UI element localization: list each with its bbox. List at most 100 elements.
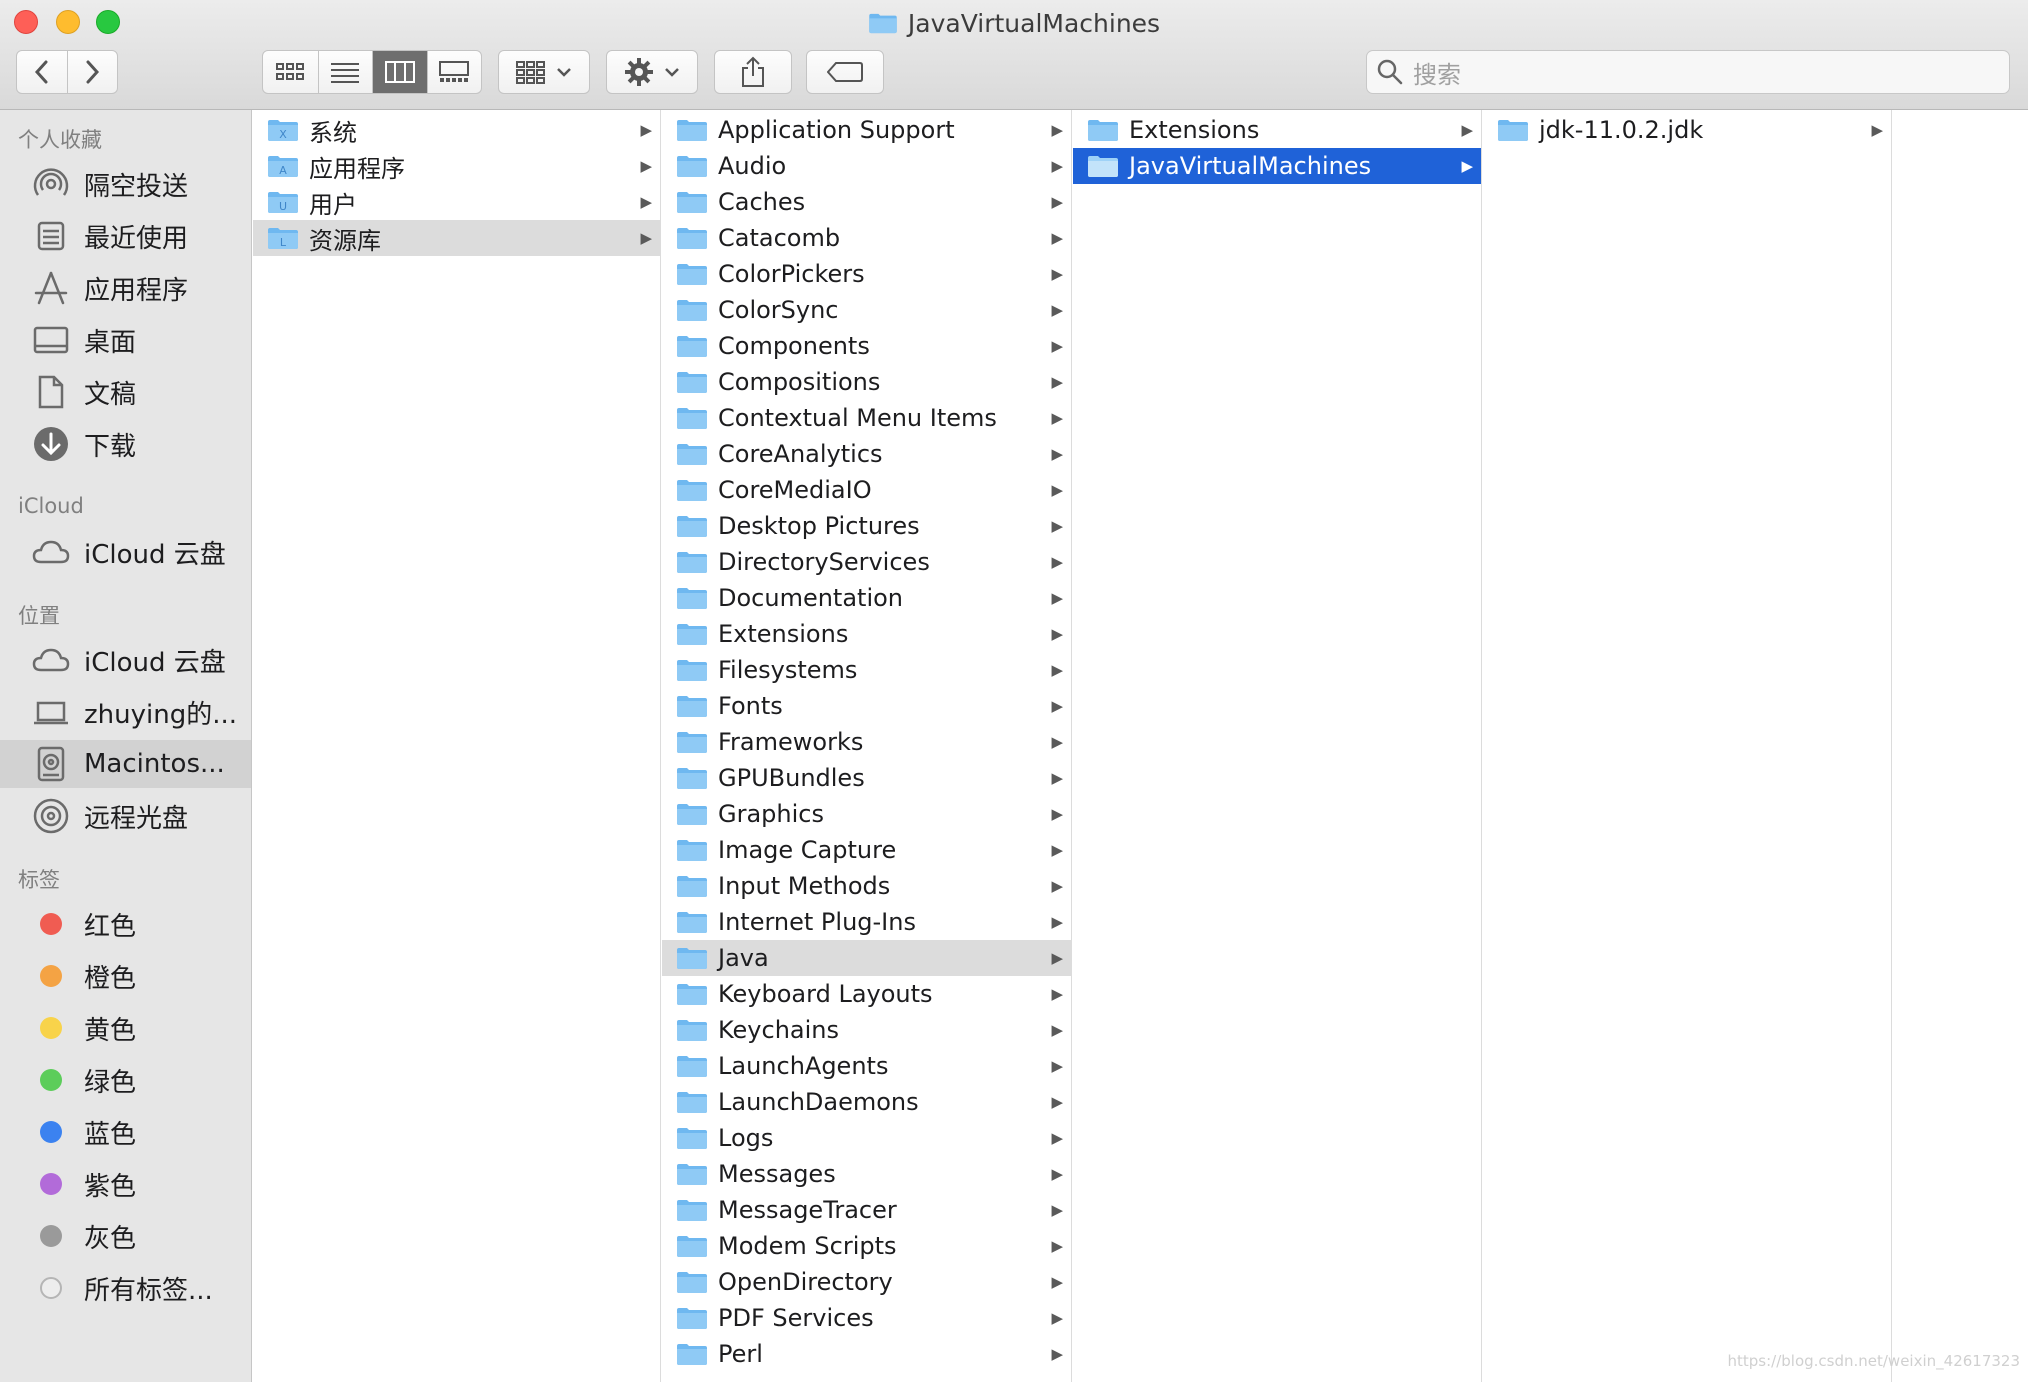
folder-row[interactable]: U 用户 ▶ <box>253 184 660 220</box>
folder-row[interactable]: PDF Services ▶ <box>662 1300 1071 1336</box>
folder-name: Catacomb <box>718 224 841 252</box>
folder-row[interactable]: Audio ▶ <box>662 148 1071 184</box>
folder-row[interactable]: Components ▶ <box>662 328 1071 364</box>
sidebar-tag-blue[interactable]: 蓝色 <box>0 1108 251 1156</box>
icon-view-button[interactable] <box>263 51 318 93</box>
laptop-icon <box>32 693 70 731</box>
folder-icon <box>677 444 707 465</box>
folder-row[interactable]: CoreMediaIO ▶ <box>662 472 1071 508</box>
cloud-icon <box>32 533 70 571</box>
folder-row[interactable]: Keychains ▶ <box>662 1012 1071 1048</box>
gallery-view-button[interactable] <box>426 51 482 93</box>
folder-row[interactable]: Desktop Pictures ▶ <box>662 508 1071 544</box>
folder-icon <box>677 264 707 285</box>
folder-row[interactable]: Filesystems ▶ <box>662 652 1071 688</box>
gear-icon <box>625 58 653 86</box>
edit-tags-button[interactable] <box>806 50 884 94</box>
disclosure-arrow-icon: ▶ <box>1051 1237 1063 1255</box>
chevron-down-icon <box>665 68 679 77</box>
sidebar-item-computer[interactable]: zhuying的... <box>0 688 251 736</box>
sidebar-item-recents[interactable]: 最近使用 <box>0 212 251 260</box>
folder-row[interactable]: Graphics ▶ <box>662 796 1071 832</box>
folder-row[interactable]: Frameworks ▶ <box>662 724 1071 760</box>
folder-row[interactable]: Messages ▶ <box>662 1156 1071 1192</box>
sidebar-tag-gray[interactable]: 灰色 <box>0 1212 251 1260</box>
folder-icon <box>677 948 707 969</box>
folder-row[interactable]: Modem Scripts ▶ <box>662 1228 1071 1264</box>
sidebar-tag-yellow[interactable]: 黄色 <box>0 1004 251 1052</box>
sidebar-tag-purple[interactable]: 紫色 <box>0 1160 251 1208</box>
sidebar-item-label: 远程光盘 <box>84 803 189 834</box>
folder-row[interactable]: Image Capture ▶ <box>662 832 1071 868</box>
folder-row[interactable]: Java ▶ <box>662 940 1071 976</box>
folder-icon <box>677 768 707 789</box>
folder-name: Logs <box>718 1124 774 1152</box>
folder-row[interactable]: ColorSync ▶ <box>662 292 1071 328</box>
folder-row[interactable]: Extensions ▶ <box>1073 112 1481 148</box>
list-view-button[interactable] <box>317 51 373 93</box>
back-button[interactable] <box>17 51 67 93</box>
sidebar-tag-green[interactable]: 绿色 <box>0 1056 251 1104</box>
folder-row[interactable]: Catacomb ▶ <box>662 220 1071 256</box>
sidebar-item-icloud-drive-location[interactable]: iCloud 云盘 <box>0 636 251 684</box>
folder-row[interactable]: Logs ▶ <box>662 1120 1071 1156</box>
folder-icon: L <box>268 228 298 249</box>
folder-row[interactable]: GPUBundles ▶ <box>662 760 1071 796</box>
folder-row[interactable]: LaunchAgents ▶ <box>662 1048 1071 1084</box>
folder-name: LaunchDaemons <box>718 1088 919 1116</box>
folder-row[interactable]: Compositions ▶ <box>662 364 1071 400</box>
folder-row[interactable]: Application Support ▶ <box>662 112 1071 148</box>
folder-icon <box>677 660 707 681</box>
folder-name: Frameworks <box>718 728 864 756</box>
disclosure-arrow-icon: ▶ <box>1051 1165 1063 1183</box>
sidebar-item-macintosh-hd[interactable]: Macintos... <box>0 740 251 788</box>
disclosure-arrow-icon: ▶ <box>1051 769 1063 787</box>
sidebar-item-applications[interactable]: 应用程序 <box>0 264 251 312</box>
sidebar-item-remote-disc[interactable]: 远程光盘 <box>0 792 251 840</box>
view-mode-control <box>262 50 482 94</box>
folder-name: Audio <box>718 152 787 180</box>
folder-row[interactable]: Keyboard Layouts ▶ <box>662 976 1071 1012</box>
folder-row[interactable]: Extensions ▶ <box>662 616 1071 652</box>
action-menu-button[interactable] <box>606 50 698 94</box>
folder-name: Messages <box>718 1160 836 1188</box>
folder-row[interactable]: Internet Plug-Ins ▶ <box>662 904 1071 940</box>
search-field[interactable]: 搜索 <box>1366 50 2010 94</box>
sidebar-item-desktop[interactable]: 桌面 <box>0 316 251 364</box>
folder-name: 用户 <box>309 190 357 219</box>
folder-row[interactable]: jdk-11.0.2.jdk ▶ <box>1483 112 1891 148</box>
group-by-button[interactable] <box>498 50 590 94</box>
share-button[interactable] <box>714 50 792 94</box>
sidebar-tag-red[interactable]: 红色 <box>0 900 251 948</box>
folder-row[interactable]: ColorPickers ▶ <box>662 256 1071 292</box>
folder-row[interactable]: Caches ▶ <box>662 184 1071 220</box>
svg-text:A: A <box>279 164 287 177</box>
folder-name: Compositions <box>718 368 881 396</box>
sidebar-item-documents[interactable]: 文稿 <box>0 368 251 416</box>
sidebar-item-icloud-drive[interactable]: iCloud 云盘 <box>0 528 251 576</box>
folder-row[interactable]: CoreAnalytics ▶ <box>662 436 1071 472</box>
sidebar-item-airdrop[interactable]: 隔空投送 <box>0 160 251 208</box>
folder-row[interactable]: A 应用程序 ▶ <box>253 148 660 184</box>
folder-row[interactable]: MessageTracer ▶ <box>662 1192 1071 1228</box>
folder-row[interactable]: LaunchDaemons ▶ <box>662 1084 1071 1120</box>
column-view-button[interactable] <box>372 51 427 93</box>
folder-row[interactable]: DirectoryServices ▶ <box>662 544 1071 580</box>
folder-row[interactable]: Contextual Menu Items ▶ <box>662 400 1071 436</box>
folder-row[interactable]: L 资源库 ▶ <box>253 220 660 256</box>
forward-button[interactable] <box>66 51 117 93</box>
folder-name: Fonts <box>718 692 783 720</box>
sidebar-item-downloads[interactable]: 下载 <box>0 420 251 468</box>
folder-row[interactable]: X 系统 ▶ <box>253 112 660 148</box>
folder-row[interactable]: Documentation ▶ <box>662 580 1071 616</box>
folder-row[interactable]: JavaVirtualMachines ▶ <box>1073 148 1481 184</box>
sidebar-tag-all[interactable]: 所有标签... <box>0 1264 251 1312</box>
sidebar-tag-orange[interactable]: 橙色 <box>0 952 251 1000</box>
disclosure-arrow-icon: ▶ <box>1051 553 1063 571</box>
blue-tag-dot-icon <box>40 1121 62 1143</box>
folder-row[interactable]: Fonts ▶ <box>662 688 1071 724</box>
folder-row[interactable]: OpenDirectory ▶ <box>662 1264 1071 1300</box>
folder-row[interactable]: Input Methods ▶ <box>662 868 1071 904</box>
svg-text:U: U <box>279 200 287 213</box>
folder-row[interactable]: Perl ▶ <box>662 1336 1071 1372</box>
